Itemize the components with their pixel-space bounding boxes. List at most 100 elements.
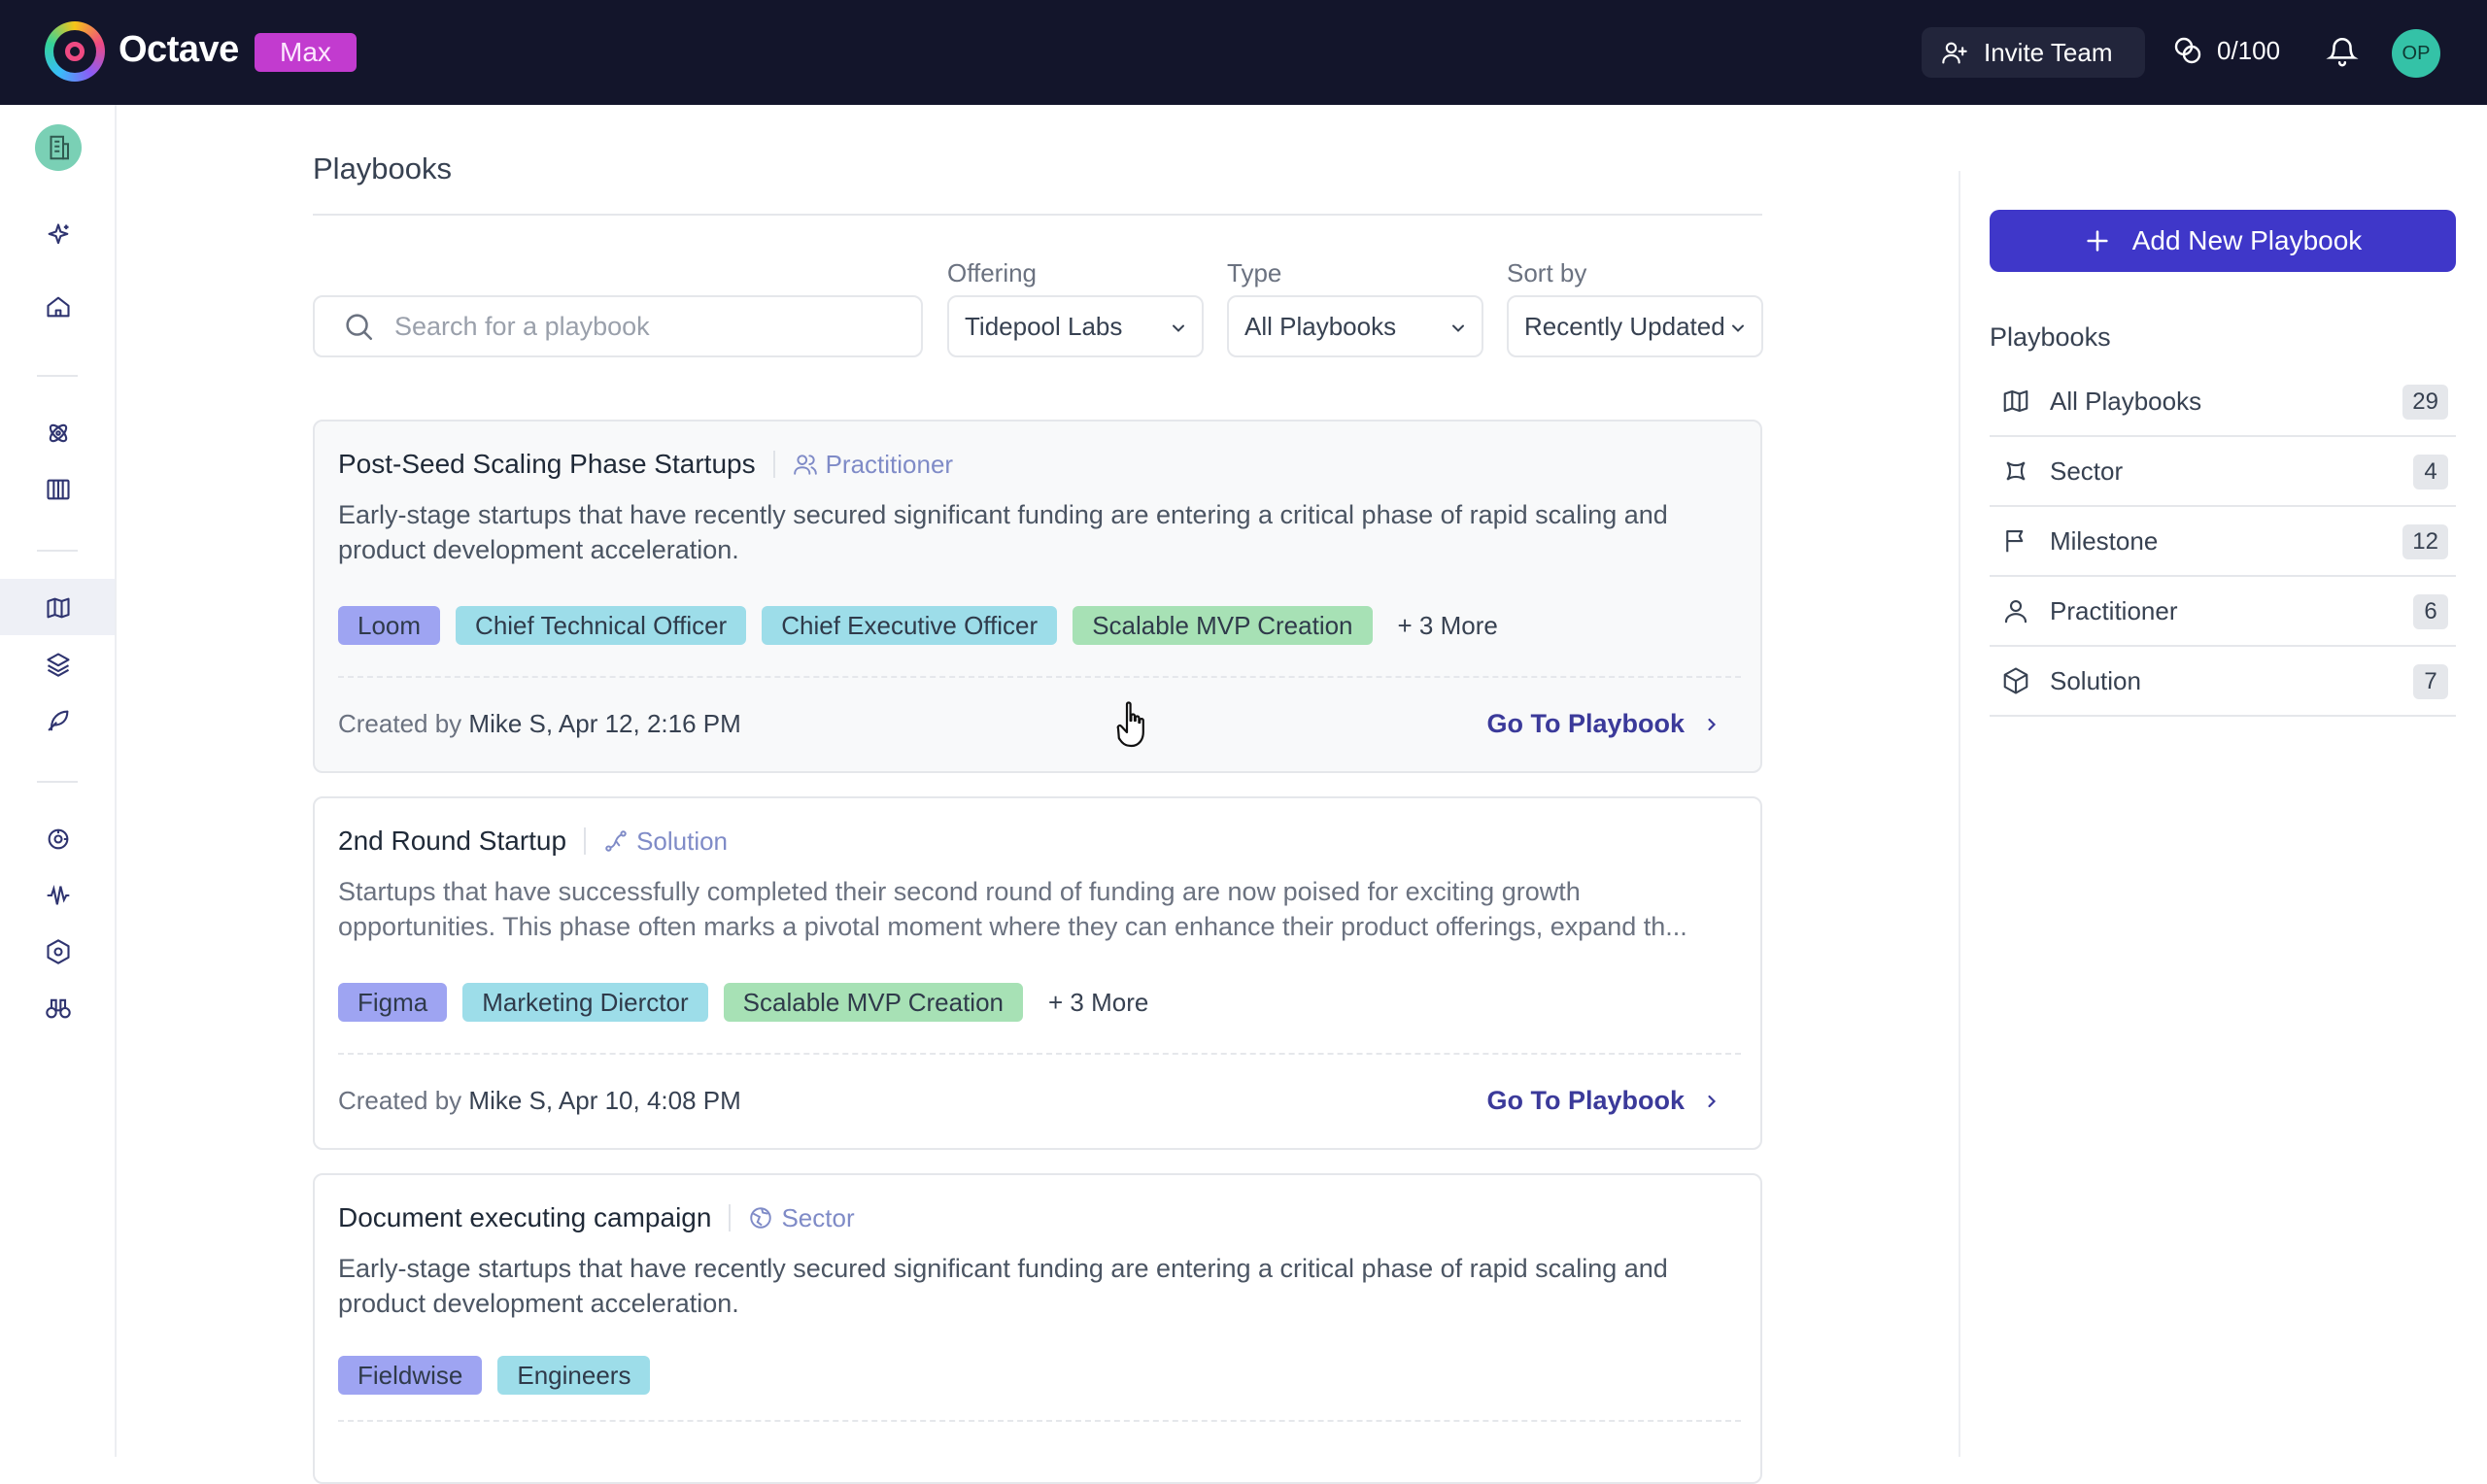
plus-icon [2084,227,2111,254]
category-item-practitioner[interactable]: Practitioner 6 [1990,577,2456,647]
title-divider [772,451,775,478]
playbook-type: Sector [748,1203,855,1233]
category-item-milestone[interactable]: Milestone 12 [1990,507,2456,577]
category-count: 12 [2402,524,2448,559]
playbook-description: Early-stage startups that have recently … [338,500,1668,564]
playbook-type-label: Solution [636,826,729,856]
category-item-all-playbooks[interactable]: All Playbooks 29 [1990,367,2456,437]
layers-icon[interactable] [35,641,82,688]
atom-icon[interactable] [35,410,82,456]
right-panel-divider [1959,171,1960,1457]
created-by-prefix: Created by [338,709,462,738]
invite-team-label: Invite Team [1984,37,2113,67]
sparkle-icon[interactable] [35,212,82,258]
chevron-down-icon [1728,319,1748,338]
home-icon[interactable] [35,284,82,330]
search-box[interactable] [313,295,923,357]
credits-counter[interactable]: 0/100 [2172,35,2280,66]
created-by: Created by Mike S, Apr 10, 4:08 PM [338,1086,741,1116]
top-bar: Octave Max Invite Team 0/100 OP [0,0,2487,105]
feather-icon[interactable] [35,697,82,744]
waveform-icon[interactable] [35,872,82,919]
flag-icon [2001,526,2030,556]
title-divider [729,1204,732,1231]
add-new-playbook-button[interactable]: Add New Playbook [1990,210,2456,272]
category-item-solution[interactable]: Solution 7 [1990,647,2456,717]
sort-select[interactable]: Recently Updated [1507,295,1763,357]
created-by-value: Mike S, Apr 10, 4:08 PM [468,1086,741,1115]
go-to-playbook-button[interactable]: Go To Playbook [1486,709,1721,739]
card-divider [338,1053,1741,1055]
tag: Engineers [497,1356,651,1395]
playbook-category-list: All Playbooks 29 Sector 4 Milestone 12 P… [1990,367,2456,717]
tag: Loom [338,606,441,645]
go-to-playbook-label: Go To Playbook [1486,709,1685,738]
tag: Figma [338,983,448,1022]
octave-logo-icon[interactable] [45,21,105,82]
go-to-playbook-button[interactable]: Go To Playbook [1486,1086,1721,1116]
offering-label: Offering [947,258,1038,287]
rail-divider [37,550,78,552]
playbook-card[interactable]: Document executing campaign Sector Early… [313,1173,1762,1484]
sector-icon [2001,456,2030,486]
playbook-description: Startups that have successfully complete… [338,877,1687,941]
panel-title: Playbooks [1990,322,2111,352]
playbook-card[interactable]: Post-Seed Scaling Phase Startups Practit… [313,420,1762,773]
hand-cursor-icon [1115,699,1154,750]
playbook-description: Early-stage startups that have recently … [338,1254,1668,1318]
type-select[interactable]: All Playbooks [1227,295,1483,357]
chevron-down-icon [1448,319,1468,338]
category-count: 29 [2402,385,2448,420]
user-plus-icon [1941,39,1968,66]
chevron-down-icon [1169,319,1188,338]
playbook-type: Solution [603,826,728,857]
chevron-right-icon [1702,1092,1721,1111]
playbook-card[interactable]: 2nd Round Startup Solution Startups that… [313,796,1762,1150]
playbook-type: Practitioner [793,450,953,480]
binoculars-icon[interactable] [35,985,82,1031]
playbook-title: Document executing campaign [338,1202,712,1232]
rail-divider [37,375,78,377]
title-divider [584,827,587,855]
tag-list: Loom Chief Technical Officer Chief Execu… [338,606,1498,645]
type-label: Type [1227,258,1282,287]
more-tags-link[interactable]: + 3 More [1388,611,1498,641]
category-label: Milestone [2050,525,2159,556]
search-icon [342,310,375,343]
offering-select[interactable]: Tidepool Labs [947,295,1204,357]
card-divider [338,1420,1741,1422]
invite-team-button[interactable]: Invite Team [1922,27,2145,78]
cube-icon [2001,666,2030,695]
hexagon-icon[interactable] [35,928,82,975]
bell-icon[interactable] [2326,35,2359,68]
tag: Chief Executive Officer [762,606,1058,645]
category-count: 6 [2413,594,2448,629]
category-label: Sector [2050,455,2124,486]
credits-value: 0/100 [2217,35,2281,65]
company-icon[interactable] [35,124,82,171]
playbook-title: Post-Seed Scaling Phase Startups [338,449,756,479]
category-label: Solution [2050,665,2141,695]
search-input[interactable] [394,311,900,342]
created-by-prefix: Created by [338,1086,462,1115]
category-label: All Playbooks [2050,386,2202,416]
library-icon[interactable] [35,466,82,513]
offering-value: Tidepool Labs [965,311,1123,341]
category-item-sector[interactable]: Sector 4 [1990,437,2456,507]
route-icon [603,828,629,854]
globe-icon [748,1205,773,1231]
add-new-playbook-label: Add New Playbook [2131,225,2363,255]
created-by: Created by Mike S, Apr 12, 2:16 PM [338,709,741,739]
coins-icon [2172,35,2203,66]
more-tags-link[interactable]: + 3 More [1039,988,1148,1018]
user-icon [2001,596,2030,625]
page-title: Playbooks [313,152,453,186]
type-value: All Playbooks [1244,311,1397,341]
target-icon[interactable] [35,816,82,862]
tag: Scalable MVP Creation [723,983,1023,1022]
user-avatar[interactable]: OP [2392,29,2440,78]
map-icon[interactable] [35,585,82,631]
user-group-icon [793,452,818,477]
category-count: 4 [2413,455,2448,489]
category-label: Practitioner [2050,595,2178,625]
